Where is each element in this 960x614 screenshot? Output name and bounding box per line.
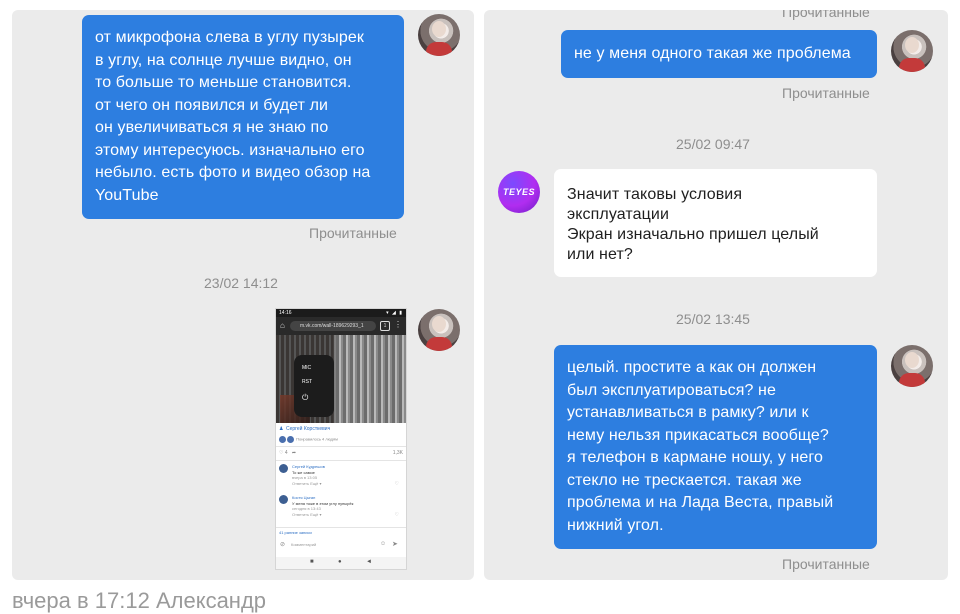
views-count: 1,3K	[392, 450, 403, 456]
avatar-shirt	[899, 58, 925, 72]
date-separator: 25/02 13:45	[676, 311, 750, 327]
message-line: от чего он появился и будет ли	[95, 96, 329, 114]
comment-compose: ⊘ Комментарий ☺ ➤	[276, 539, 406, 551]
avatar-face	[905, 37, 919, 53]
incoming-message-bubble[interactable]: Значит таковы условия эксплуатации Экран…	[554, 169, 877, 277]
user-avatar[interactable]	[891, 30, 933, 72]
heart-icon: ♡	[279, 450, 284, 456]
message-line: от микрофона слева в углу пузырек	[95, 29, 365, 46]
read-status: Прочитанные	[309, 225, 397, 241]
divider	[276, 527, 406, 528]
date-separator: 23/02 14:12	[204, 275, 278, 291]
share-icon: ➦	[289, 450, 297, 456]
comment-actions: Ответить Ещё ▾	[292, 511, 322, 517]
avatar-shirt	[426, 42, 452, 56]
more-comments-link: 41 ранние записи	[279, 530, 312, 535]
chat-screenshot-left: от микрофона слева в углу пузырек в углу…	[12, 10, 474, 580]
user-avatar[interactable]	[418, 309, 460, 351]
outgoing-message-bubble[interactable]: от микрофона слева в углу пузырек в углу…	[82, 15, 404, 219]
user-avatar[interactable]	[891, 345, 933, 387]
menu-icon: ⋮	[394, 320, 402, 329]
comment-actions: Ответить Ещё ▾	[292, 480, 322, 486]
divider	[276, 460, 406, 461]
message-line: не у меня одного такая же проблема	[574, 45, 851, 62]
outgoing-message-bubble[interactable]: не у меня одного такая же проблема	[561, 30, 877, 78]
message-line: я телефон в кармане ношу, у него	[567, 449, 823, 466]
android-nav-bar: ■ ● ◄	[276, 557, 406, 569]
message-line: небыло. есть фото и видео обзор на	[95, 164, 371, 181]
avatar-face	[432, 21, 446, 37]
attach-icon: ⊘	[280, 542, 286, 548]
avatar-face	[432, 316, 446, 332]
message-line: целый. простите а как он должен	[567, 359, 817, 376]
cropped-header-fragment	[14, 0, 164, 2]
phone-status-icons: ▾ ◢ ▮	[386, 310, 403, 316]
chat-screenshot-right: Прочитанные не у меня одного такая же пр…	[484, 10, 948, 580]
tabs-icon: 1	[380, 321, 390, 331]
message-line: он увеличиваться я не знаю по	[95, 119, 329, 136]
read-status: Прочитанные	[782, 10, 870, 20]
comment-avatar	[279, 495, 288, 504]
like-count: 4	[284, 450, 288, 456]
likes-text: Понравилось 4 людям	[296, 436, 338, 442]
post-actions: ♡ 4 ➦ 1,3K	[279, 450, 403, 456]
message-line: устанавливаться в рамку? или к	[567, 404, 809, 421]
home-button-icon: ●	[338, 559, 342, 565]
message-line: или нет?	[567, 246, 633, 263]
message-line: нижний угол.	[567, 516, 664, 534]
likes-row: Понравилось 4 людям	[279, 436, 338, 443]
phone-time: 14:16	[279, 310, 292, 316]
user-icon: ♟	[279, 426, 284, 432]
liker-avatar	[287, 436, 294, 443]
back-icon: ◄	[366, 559, 372, 565]
recents-icon: ■	[310, 559, 314, 565]
message-line: Значит таковы условия	[567, 186, 743, 203]
browser-address-bar: ⌂ m.vk.com/wall-189629293_1 1 ⋮	[276, 317, 406, 335]
url-field: m.vk.com/wall-189629293_1	[290, 321, 376, 331]
power-icon: ⏻	[302, 393, 309, 402]
message-line: нему нельзя прикасаться вообще?	[567, 426, 829, 444]
liker-avatar	[279, 436, 286, 443]
message-line: Экран изначально пришел целый	[567, 226, 819, 243]
home-icon: ⌂	[280, 321, 285, 330]
post-photo: MIC RST ⏻	[276, 335, 406, 423]
send-icon: ➤	[392, 541, 398, 548]
avatar-shirt	[426, 337, 452, 351]
image-attachment-phone-screenshot[interactable]: 14:16 ▾ ◢ ▮ ⌂ m.vk.com/wall-189629293_1 …	[275, 308, 407, 570]
avatar-face	[905, 352, 919, 368]
outgoing-message-bubble[interactable]: целый. простите а как он должен был эксп…	[554, 345, 877, 549]
date-separator: 25/02 09:47	[676, 136, 750, 152]
air-vent	[336, 335, 406, 423]
message-line: то больше то меньше становится.	[95, 74, 352, 91]
read-status: Прочитанные	[782, 85, 870, 101]
message-line: был эксплуатироваться? не	[567, 381, 776, 399]
post-timestamp-footer: вчера в 17:12 Александр	[12, 588, 267, 613]
message-line: в углу, на солнце лучше видно, он	[95, 51, 352, 69]
divider	[276, 446, 406, 447]
comment-avatar	[279, 464, 288, 473]
message-line: этому интересуюсь. изначально его	[95, 141, 365, 159]
comment-author: Сергей Кудрешов	[292, 464, 325, 469]
rst-label: RST	[302, 379, 312, 385]
mic-label: MIC	[302, 365, 312, 371]
phone-status-bar: 14:16 ▾ ◢ ▮	[276, 309, 406, 317]
post-author: Сергей Корсткевич	[286, 426, 331, 432]
message-line: проблема и на Лада Веста, правый	[567, 494, 834, 511]
teyes-avatar-logo[interactable]: TEYES	[498, 171, 540, 213]
message-line: эксплуатации	[567, 206, 669, 223]
heart-icon: ♡	[394, 512, 399, 518]
teyes-logo-text: TEYES	[502, 187, 535, 197]
read-status: Прочитанные	[782, 556, 870, 572]
user-avatar[interactable]	[418, 14, 460, 56]
comment-placeholder: Комментарий	[291, 542, 317, 547]
head-unit-side-panel	[294, 355, 334, 417]
message-line: стекло не трескается. такая же	[567, 471, 802, 489]
avatar-shirt	[899, 373, 925, 387]
message-line: YouTube	[95, 186, 159, 204]
emoji-icon: ☺	[380, 541, 387, 547]
heart-icon: ♡	[394, 481, 399, 487]
